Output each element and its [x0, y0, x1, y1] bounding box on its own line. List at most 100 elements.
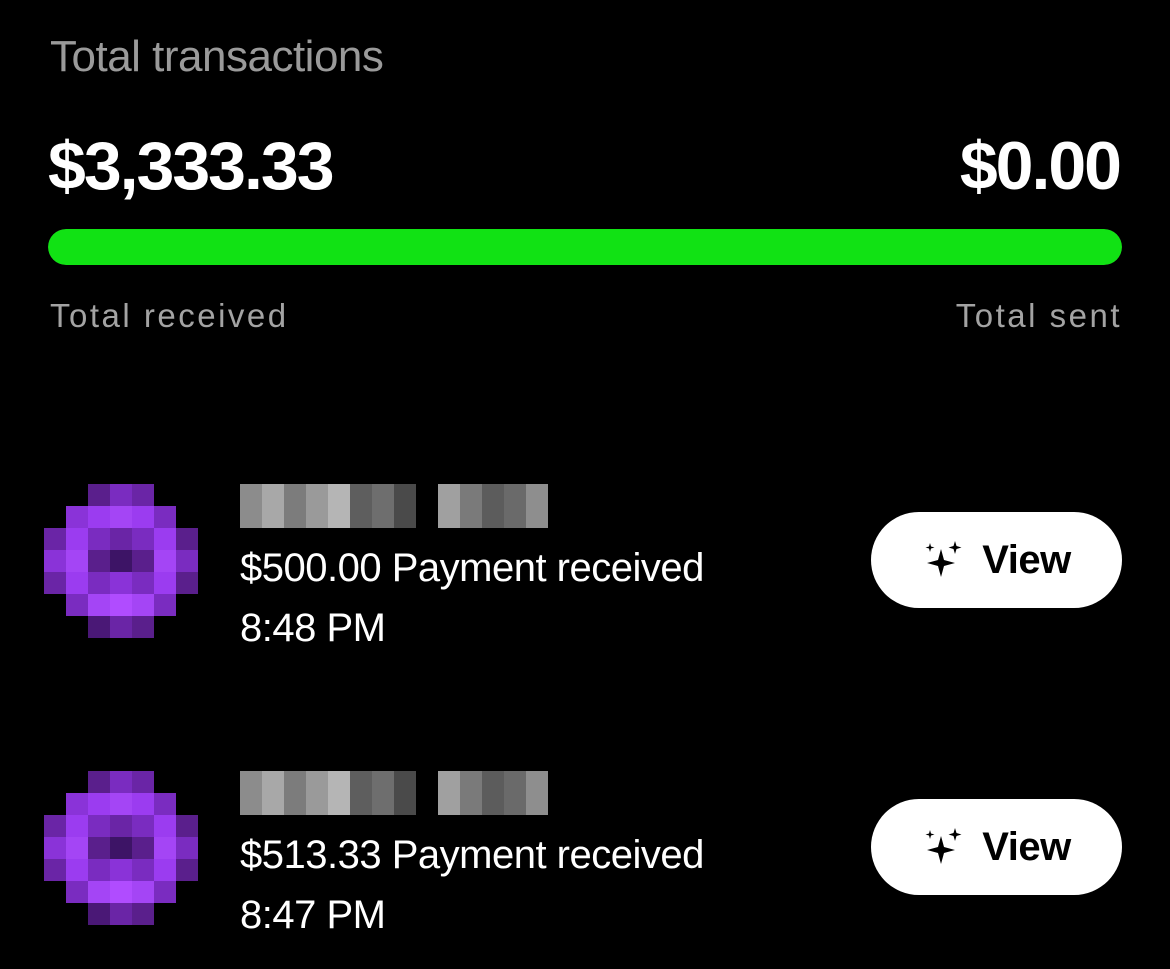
avatar-pixel — [44, 881, 66, 903]
avatar-pixel — [154, 616, 176, 638]
avatar-pixel — [154, 859, 176, 881]
avatar-pixel — [44, 793, 66, 815]
avatar-pixel — [154, 881, 176, 903]
avatar-pixel — [110, 484, 132, 506]
redacted-pixel — [306, 771, 328, 815]
avatar-pixel — [132, 506, 154, 528]
avatar-pixel — [88, 616, 110, 638]
avatar-pixel — [110, 550, 132, 572]
transaction-row[interactable]: $500.00 Payment received 8:48 PM View — [0, 484, 1170, 664]
received-progress-fill — [48, 229, 1122, 265]
redacted-pixel — [416, 771, 438, 815]
redacted-pixel — [438, 484, 460, 528]
redacted-pixel — [284, 771, 306, 815]
avatar-pixel — [88, 506, 110, 528]
redacted-pixel — [350, 484, 372, 528]
avatar-pixel — [154, 793, 176, 815]
redacted-pixel — [350, 771, 372, 815]
sparkles-icon — [925, 828, 962, 864]
avatar-pixel — [154, 903, 176, 925]
section-title: Total transactions — [50, 32, 384, 81]
avatar-pixel — [110, 572, 132, 594]
avatar-pixel — [176, 837, 198, 859]
avatar-pixel — [66, 528, 88, 550]
avatar-pixel — [44, 528, 66, 550]
avatar-pixel — [66, 594, 88, 616]
avatar-pixel — [44, 815, 66, 837]
total-sent-label: Total sent — [955, 297, 1122, 334]
avatar-pixel — [154, 771, 176, 793]
avatar-pixel — [154, 528, 176, 550]
transaction-description: $500.00 Payment received — [240, 546, 704, 590]
avatar-pixel — [132, 793, 154, 815]
avatar-pixel — [176, 815, 198, 837]
avatar-pixel — [154, 815, 176, 837]
avatar-pixel — [154, 550, 176, 572]
avatar-pixel — [88, 793, 110, 815]
transaction-time: 8:48 PM — [240, 606, 386, 650]
avatar-pixel — [176, 881, 198, 903]
redacted-pixel — [394, 771, 416, 815]
avatar-pixel — [154, 572, 176, 594]
received-sent-progress-bar — [48, 229, 1122, 265]
avatar-pixel — [110, 903, 132, 925]
avatar-pixel — [110, 837, 132, 859]
avatar-pixel — [132, 881, 154, 903]
avatar-pixel — [176, 506, 198, 528]
avatar-pixel — [110, 616, 132, 638]
avatar-pixel — [66, 616, 88, 638]
redacted-pixel — [372, 771, 394, 815]
avatar-pixel — [44, 550, 66, 572]
view-button[interactable]: View — [871, 799, 1122, 895]
avatar-pixel — [176, 903, 198, 925]
avatar-pixel — [110, 528, 132, 550]
avatar-pixel — [66, 506, 88, 528]
redacted-pixel — [240, 771, 262, 815]
avatar-pixel — [110, 815, 132, 837]
avatar-pixel — [132, 616, 154, 638]
redacted-pixel — [240, 484, 262, 528]
avatar-pixel — [132, 837, 154, 859]
avatar-pixel — [110, 506, 132, 528]
avatar-pixel — [176, 859, 198, 881]
avatar — [44, 484, 198, 638]
redacted-pixel — [416, 484, 438, 528]
avatar-pixel — [154, 594, 176, 616]
redacted-pixel — [284, 484, 306, 528]
avatar-pixel — [66, 903, 88, 925]
redacted-pixel — [394, 484, 416, 528]
redacted-pixel — [438, 771, 460, 815]
avatar-pixel — [154, 484, 176, 506]
redacted-pixel — [482, 484, 504, 528]
redacted-pixel — [328, 484, 350, 528]
avatar-pixel — [66, 793, 88, 815]
total-received-label: Total received — [50, 297, 289, 334]
avatar-pixel — [44, 594, 66, 616]
avatar-pixel — [44, 771, 66, 793]
avatar-pixel — [110, 793, 132, 815]
avatar-pixel — [176, 484, 198, 506]
avatar-pixel — [44, 616, 66, 638]
avatar-pixel — [44, 837, 66, 859]
redacted-contact-name — [240, 771, 552, 815]
view-button[interactable]: View — [871, 512, 1122, 608]
avatar-pixel — [132, 594, 154, 616]
redacted-pixel — [460, 771, 482, 815]
avatar-pixel — [132, 771, 154, 793]
avatar-pixel — [44, 572, 66, 594]
redacted-pixel — [262, 484, 284, 528]
redacted-pixel — [262, 771, 284, 815]
redacted-contact-name — [240, 484, 552, 528]
view-button-label: View — [982, 537, 1071, 582]
avatar-pixel — [154, 506, 176, 528]
avatar-pixel — [88, 484, 110, 506]
avatar-pixel — [110, 771, 132, 793]
avatar-pixel — [88, 594, 110, 616]
transaction-row[interactable]: $513.33 Payment received 8:47 PM View — [0, 771, 1170, 951]
avatar-pixel — [88, 903, 110, 925]
avatar-pixel — [176, 771, 198, 793]
avatar-pixel — [44, 859, 66, 881]
avatar-pixel — [66, 815, 88, 837]
avatar-pixel — [110, 859, 132, 881]
avatar-pixel — [176, 528, 198, 550]
